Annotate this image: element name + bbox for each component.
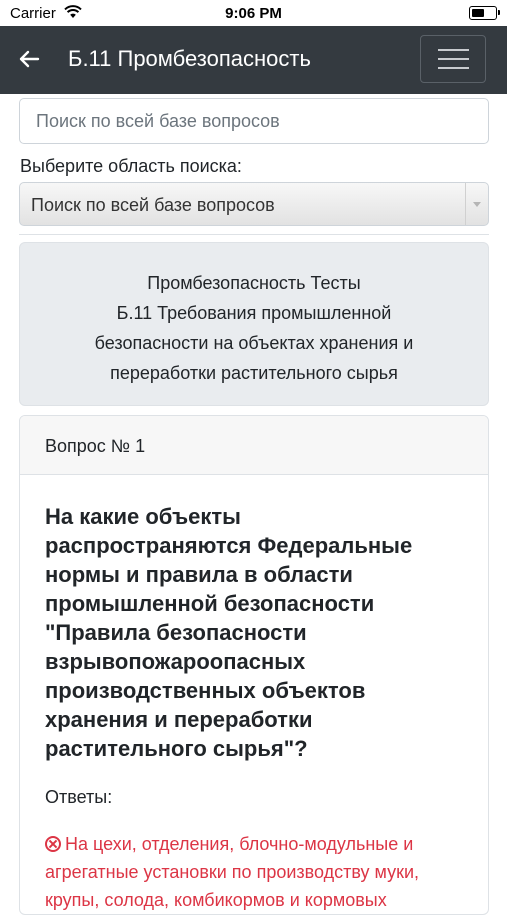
divider <box>19 234 489 235</box>
search-area-selected-value: Поиск по всей базе вопросов <box>31 195 275 215</box>
question-header: Вопрос № 1 <box>20 416 488 475</box>
test-info-line: безопасности на объектах хранения и <box>94 333 414 353</box>
search-input[interactable] <box>19 98 489 144</box>
question-text-line: взрывопожароопасных <box>45 649 306 674</box>
question-text-line: хранения и переработки <box>45 707 313 732</box>
battery-icon <box>469 6 500 20</box>
test-info-line: Б.11 Требования промышленной <box>116 303 392 323</box>
test-info-line: переработки растительного сырья <box>110 363 398 383</box>
question-text: На какие объекты распространяются Федера… <box>45 502 465 763</box>
answer-text-line: На цехи, отделения, блочно-модульные и <box>65 834 414 854</box>
navbar: Б.11 Промбезопасность <box>0 26 507 94</box>
question-card: Вопрос № 1 На какие объекты распространя… <box>19 415 489 915</box>
answer-item[interactable]: На цехи, отделения, блочно-модульные и а… <box>45 830 475 914</box>
search-area-select[interactable]: Поиск по всей базе вопросов <box>19 182 489 226</box>
search-area-label: Выберите область поиска: <box>20 156 242 176</box>
menu-bar-icon <box>438 58 469 60</box>
page-title: Б.11 Промбезопасность <box>68 46 311 71</box>
status-bar: Carrier 9:06 PM <box>0 0 507 26</box>
question-text-line: нормы и правила в области <box>45 562 353 587</box>
question-text-line: растительного сырья"? <box>45 736 308 761</box>
question-number: Вопрос № 1 <box>45 436 146 456</box>
status-time: 9:06 PM <box>225 5 282 22</box>
answer-text-line: крупы, солода, комбикормов и кормовых <box>45 890 387 910</box>
test-info-line: Промбезопасность Тесты <box>147 273 361 293</box>
back-arrow-icon[interactable] <box>18 48 40 70</box>
test-info-card: Промбезопасность Тесты Б.11 Требования п… <box>19 242 489 406</box>
question-text-line: производственных объектов <box>45 678 366 703</box>
wrong-answer-icon <box>45 836 61 852</box>
select-arrow-box <box>465 183 488 225</box>
answer-text-line: агрегатные установки по производству мук… <box>45 862 420 882</box>
chevron-down-icon <box>473 202 481 207</box>
question-text-line: На какие объекты <box>45 504 241 529</box>
answers-label: Ответы: <box>45 787 113 807</box>
hamburger-menu-button[interactable] <box>420 35 486 83</box>
question-text-line: промышленной безопасности <box>45 591 375 616</box>
menu-bar-icon <box>438 67 469 69</box>
question-text-line: распространяются Федеральные <box>45 533 413 558</box>
question-text-line: "Правила безопасности <box>45 620 307 645</box>
menu-bar-icon <box>438 49 469 51</box>
